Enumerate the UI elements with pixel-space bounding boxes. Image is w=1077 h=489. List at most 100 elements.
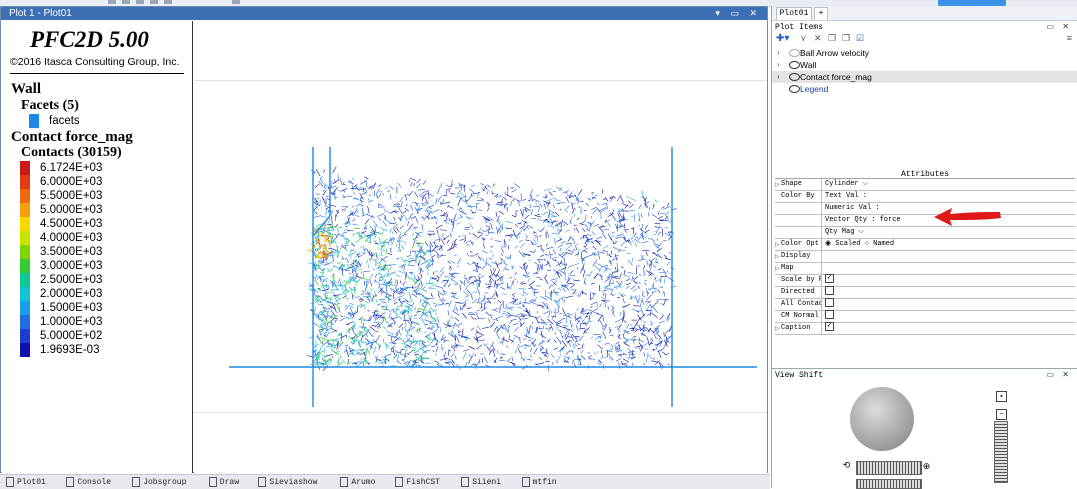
plot-item-row[interactable]: ›Contact force_mag [772, 71, 1077, 83]
visibility-eye-icon[interactable] [789, 85, 800, 93]
attribute-checkbox[interactable] [825, 298, 834, 307]
attribute-expand-icon[interactable]: ▷ [775, 179, 780, 190]
attribute-row[interactable]: All Contac [775, 299, 1075, 311]
attribute-checkbox[interactable]: ✓ [825, 274, 834, 283]
attribute-checkbox[interactable] [825, 286, 834, 295]
toolbar-icon[interactable] [232, 0, 240, 4]
window-tab[interactable]: Plot01 [6, 477, 46, 488]
view-shift-panel: View Shift ▭ ✕ ▪ − ⟲ ⊕ [772, 368, 1077, 489]
window-tab[interactable]: Arumo [340, 477, 375, 488]
copy-icon[interactable]: ❐ [828, 33, 836, 44]
contact-force-network [307, 167, 677, 372]
attribute-checkbox[interactable] [825, 310, 834, 319]
plot-item-row[interactable]: › Wall [772, 59, 1077, 71]
window-tab-label: FishCST [406, 478, 440, 487]
window-tab[interactable]: FishCST [395, 477, 440, 488]
attribute-value[interactable] [825, 287, 834, 298]
attribute-key: All Contac [781, 299, 821, 310]
attribute-row[interactable]: ▷Map [775, 263, 1075, 275]
plot-item-label: Wall [800, 59, 816, 71]
attribute-row[interactable]: ▷Caption✓ [775, 323, 1075, 335]
attribute-value[interactable] [825, 311, 834, 322]
scale-label: 4.0000E+03 [40, 231, 102, 245]
window-tab[interactable]: Siieni [461, 477, 501, 488]
rotation-sphere[interactable] [850, 387, 914, 451]
attribute-value[interactable]: Cylinder ⌵ [825, 179, 868, 190]
attribute-value[interactable]: ✓ [825, 275, 834, 286]
attribute-row[interactable]: Qty Mag ⌵ [775, 227, 1075, 239]
attribute-value[interactable]: Numeric Val : [825, 203, 880, 214]
plot-item-row[interactable]: ›Ball Arrow velocity [772, 47, 1077, 59]
toolbar-icon[interactable] [122, 0, 130, 4]
visibility-eye-icon[interactable] [789, 61, 800, 69]
attribute-row[interactable]: Color ByText Val : [775, 191, 1075, 203]
view-shift-controls[interactable]: ▭ ✕ [1047, 370, 1072, 379]
rotate-icon[interactable]: ⟲ [842, 461, 851, 470]
plot-canvas[interactable] [194, 21, 767, 473]
attribute-separator [821, 311, 822, 322]
attribute-value[interactable]: Qty Mag ⌵ [825, 227, 864, 238]
scale-entry: 2.0000E+03 [20, 287, 170, 301]
window-tab[interactable]: Sieviashow [258, 477, 317, 488]
attribute-expand-icon[interactable]: ▷ [775, 263, 780, 274]
delete-icon[interactable]: ✕ [814, 33, 822, 44]
paste-icon[interactable]: ❐ [842, 33, 850, 44]
attribute-expand-icon[interactable]: ▷ [775, 239, 780, 250]
checkbox-icon[interactable]: ☑ [856, 33, 864, 44]
attribute-row[interactable]: Numeric Val : [775, 203, 1075, 215]
attribute-row[interactable]: Scale by F✓ [775, 275, 1075, 287]
attribute-expand-icon[interactable]: ▷ [775, 323, 780, 334]
toolbar-icon[interactable] [150, 0, 158, 4]
attribute-row[interactable]: CM Normal [775, 311, 1075, 323]
expand-arrow-icon[interactable]: › [777, 59, 780, 71]
tab-plot01[interactable]: Plot01 [776, 7, 812, 20]
attribute-row[interactable]: Vector Qty : force [775, 215, 1075, 227]
attribute-separator [821, 215, 822, 226]
tab-add[interactable]: + [814, 7, 828, 20]
window-tab-icon [132, 477, 140, 487]
attribute-key: CM Normal [781, 311, 821, 322]
toolbar-icon[interactable] [108, 0, 116, 4]
zoom-slider[interactable] [994, 421, 1008, 483]
window-tab[interactable]: Draw [209, 477, 239, 488]
window-tab-bar: Plot01 Console Jobsgroup Draw Sieviashow Arum… [0, 474, 770, 489]
window-tab[interactable]: mtfin [522, 477, 557, 488]
attribute-value[interactable]: Text Val : [825, 191, 867, 202]
attribute-value[interactable]: ◉ Scaled ○ Named [825, 239, 894, 250]
visibility-eye-icon[interactable] [789, 49, 800, 57]
reset-view-icon[interactable]: ▪ [996, 391, 1007, 402]
menu-icon[interactable]: ≡ [1067, 33, 1072, 43]
attribute-value[interactable]: Vector Qty : force [825, 215, 901, 226]
toolbar-icon[interactable] [136, 0, 144, 4]
toolbar-icon[interactable] [164, 0, 172, 4]
rotate-slider[interactable] [856, 461, 922, 475]
filter-icon[interactable]: ⋎ [800, 33, 807, 44]
plot-items-controls[interactable]: ▭ ✕ [1047, 22, 1072, 31]
attribute-row[interactable]: ▷Shape Cylinder ⌵ [775, 179, 1075, 191]
attribute-value[interactable]: ✓ [825, 323, 834, 334]
attribute-expand-icon[interactable]: ▷ [775, 251, 780, 262]
window-tab[interactable]: Console [66, 477, 111, 488]
scale-entry: 5.0000E+02 [20, 329, 170, 343]
attribute-checkbox[interactable]: ✓ [825, 322, 834, 331]
attribute-row[interactable]: Directed [775, 287, 1075, 299]
rotate-plus-icon[interactable]: ⊕ [922, 462, 931, 471]
scale-swatch [20, 231, 30, 245]
plot-window: Plot 1 - Plot01 ▾ ▭ ✕ PFC2D 5.00 ©2016 I… [0, 6, 768, 473]
scale-label: 1.9693E-03 [40, 343, 99, 357]
attribute-row[interactable]: ▷Display [775, 251, 1075, 263]
expand-arrow-icon[interactable]: › [777, 71, 780, 83]
zoom-out-icon[interactable]: − [996, 409, 1007, 420]
visibility-eye-icon[interactable] [789, 73, 800, 81]
plot-item-row[interactable]: Legend [772, 83, 1077, 95]
legend-facets-item: facets [49, 115, 80, 127]
attribute-value[interactable] [825, 299, 834, 310]
plot-item-label: Legend [800, 83, 828, 95]
attribute-key: Shape [781, 179, 821, 190]
attribute-row[interactable]: ▷Color Opt◉ Scaled ○ Named [775, 239, 1075, 251]
window-controls[interactable]: ▾ ▭ ✕ [715, 7, 761, 20]
add-item-icon[interactable]: ✚▾ [776, 33, 789, 44]
window-tab[interactable]: Jobsgroup [132, 477, 186, 488]
plot-window-title-bar[interactable]: Plot 1 - Plot01 ▾ ▭ ✕ [1, 7, 767, 20]
expand-arrow-icon[interactable]: › [777, 47, 780, 59]
